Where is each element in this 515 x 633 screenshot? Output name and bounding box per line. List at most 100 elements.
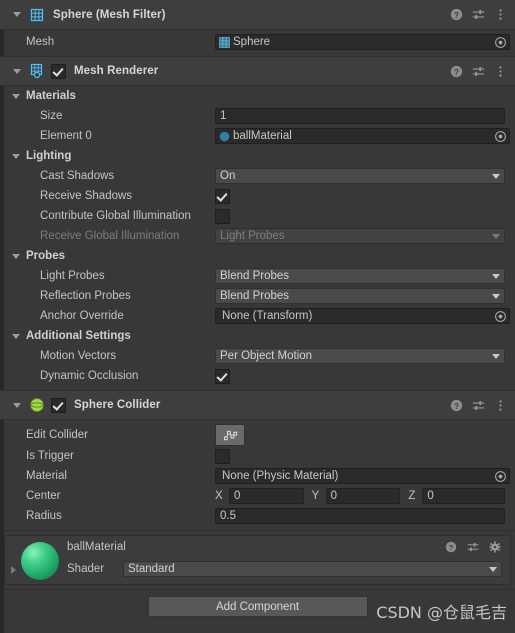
row-center: Center X 0 Y 0 Z 0 [0, 486, 515, 506]
row-label: Is Trigger [26, 450, 74, 462]
kebab-menu-icon[interactable] [494, 65, 507, 78]
chevron-down-icon [492, 293, 500, 299]
row-edit-collider: Edit Collider [0, 424, 515, 446]
row-contribute-gi: Contribute Global Illumination [0, 206, 515, 226]
row-label: Receive Shadows [40, 190, 133, 202]
row-dynamic-occlusion: Dynamic Occlusion [0, 366, 515, 386]
reflection-probes-dropdown[interactable]: Blend Probes [215, 288, 505, 304]
cast-shadows-dropdown[interactable]: On [215, 168, 505, 184]
center-y-input[interactable]: 0 [325, 488, 401, 504]
receive-gi-value: Light Probes [220, 230, 285, 242]
anchor-override-object-field[interactable]: None (Transform) [215, 308, 510, 324]
center-z-input[interactable]: 0 [422, 488, 506, 504]
is-trigger-checkbox[interactable] [215, 448, 230, 464]
shader-label: Shader [67, 563, 105, 575]
object-picker-icon[interactable] [494, 36, 507, 49]
material-preview-sphere [21, 542, 59, 580]
mesh-filter-icon [29, 7, 45, 23]
foldout-sphere-collider[interactable] [10, 398, 24, 412]
material-header-icons: ? [445, 541, 502, 554]
watermark: CSDN @仓鼠毛吉 [376, 603, 507, 622]
help-icon[interactable]: ? [450, 8, 463, 21]
section-materials[interactable]: Materials [0, 86, 515, 106]
section-label: Lighting [26, 150, 72, 162]
chevron-down-icon [492, 233, 500, 239]
foldout-material[interactable] [11, 566, 16, 574]
section-probes[interactable]: Probes [0, 246, 515, 266]
chevron-down-icon [492, 173, 500, 179]
component-title: Mesh Renderer [74, 65, 159, 77]
preset-icon[interactable] [467, 541, 480, 554]
row-label: Contribute Global Illumination [40, 210, 191, 222]
motion-vectors-dropdown[interactable]: Per Object Motion [215, 348, 505, 364]
dynamic-occlusion-checkbox[interactable] [215, 368, 230, 384]
center-x-value: 0 [234, 490, 241, 502]
physic-material-value: None (Physic Material) [222, 470, 339, 482]
preset-icon[interactable] [472, 399, 485, 412]
row-label: Center [26, 490, 61, 502]
light-probes-dropdown[interactable]: Blend Probes [215, 268, 505, 284]
mesh-object-field[interactable]: Sphere [215, 34, 510, 50]
divider [0, 589, 515, 590]
center-x: X 0 [215, 488, 312, 504]
svg-text:?: ? [454, 11, 459, 20]
mesh-value: Sphere [233, 36, 271, 48]
row-receive-shadows: Receive Shadows [0, 186, 515, 206]
object-picker-icon[interactable] [494, 130, 507, 143]
center-y: Y 0 [312, 488, 409, 504]
row-label: Element 0 [40, 130, 92, 142]
receive-shadows-checkbox[interactable] [215, 188, 230, 204]
radius-input[interactable]: 0.5 [215, 508, 505, 524]
shader-dropdown[interactable]: Standard [123, 561, 502, 577]
gear-icon[interactable] [489, 541, 502, 554]
chevron-down-icon [489, 566, 497, 572]
row-label: Material [26, 470, 67, 482]
section-label: Materials [26, 90, 76, 102]
motion-vectors-value: Per Object Motion [220, 350, 313, 362]
component-header-sphere-collider[interactable]: Sphere Collider ? [0, 390, 515, 420]
contribute-gi-checkbox[interactable] [215, 208, 230, 224]
row-label: Motion Vectors [40, 350, 117, 362]
sphere-collider-icon [29, 397, 45, 413]
center-x-input[interactable]: 0 [229, 488, 304, 504]
axis-label-x: X [215, 490, 223, 502]
radius-value: 0.5 [220, 510, 236, 522]
object-picker-icon[interactable] [494, 310, 507, 323]
edit-collider-button[interactable] [215, 424, 245, 446]
object-picker-icon[interactable] [494, 470, 507, 483]
section-label: Probes [26, 250, 65, 262]
preset-icon[interactable] [472, 8, 485, 21]
physic-material-object-field[interactable]: None (Physic Material) [215, 468, 510, 484]
section-lighting[interactable]: Lighting [0, 146, 515, 166]
size-value: 1 [220, 110, 227, 122]
add-component-button[interactable]: Add Component [147, 596, 368, 617]
element0-value: ballMaterial [233, 130, 292, 142]
chevron-down-icon [492, 353, 500, 359]
foldout-mesh-renderer[interactable] [10, 64, 24, 78]
row-label: Anchor Override [40, 310, 124, 322]
help-icon[interactable]: ? [450, 65, 463, 78]
preset-icon[interactable] [472, 65, 485, 78]
kebab-menu-icon[interactable] [494, 8, 507, 21]
row-motion-vectors: Motion Vectors Per Object Motion [0, 346, 515, 366]
help-icon[interactable]: ? [450, 399, 463, 412]
row-label: Cast Shadows [40, 170, 115, 182]
row-anchor-override: Anchor Override None (Transform) [0, 306, 515, 326]
component-header-mesh-renderer[interactable]: Mesh Renderer ? [0, 56, 515, 86]
kebab-menu-icon[interactable] [494, 399, 507, 412]
foldout-mesh-filter[interactable] [10, 8, 24, 22]
section-label: Additional Settings [26, 330, 131, 342]
component-header-mesh-filter[interactable]: Sphere (Mesh Filter) ? [0, 0, 515, 30]
help-icon[interactable]: ? [445, 541, 458, 554]
mesh-icon [219, 36, 230, 48]
anchor-override-value: None (Transform) [222, 310, 313, 322]
section-additional-settings[interactable]: Additional Settings [0, 326, 515, 346]
row-label: Radius [26, 510, 62, 522]
element0-object-field[interactable]: ballMaterial [215, 128, 510, 144]
component-title: Sphere (Mesh Filter) [53, 8, 166, 21]
shader-row: Shader Standard [67, 561, 502, 577]
size-input[interactable]: 1 [215, 108, 505, 124]
component-enabled-checkbox[interactable] [51, 397, 66, 413]
row-label: Edit Collider [26, 429, 88, 441]
component-enabled-checkbox[interactable] [51, 63, 66, 79]
